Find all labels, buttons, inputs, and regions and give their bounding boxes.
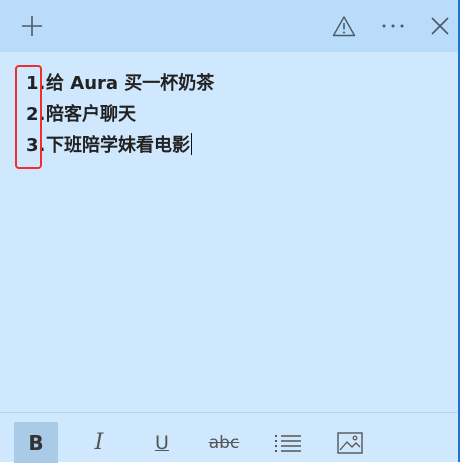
italic-label: I <box>94 430 104 455</box>
title-bar[interactable] <box>0 0 458 52</box>
bold-label: B <box>28 430 44 455</box>
formatting-toolbar: B I U abc <box>0 412 458 463</box>
list-item[interactable]: 3.下班陪学妹看电影 <box>26 130 214 161</box>
sticky-note-window: 1.给 Aura 买一杯奶茶 2.陪客户聊天 3.下班陪学妹看电影 B I U … <box>0 0 460 463</box>
close-button[interactable] <box>420 8 460 44</box>
bullet-list-icon <box>275 434 301 452</box>
insert-image-button[interactable] <box>328 422 372 463</box>
warning-button[interactable] <box>324 8 364 44</box>
list-item[interactable]: 2.陪客户聊天 <box>26 99 214 130</box>
bullet-list-button[interactable] <box>266 422 310 463</box>
note-editor[interactable]: 1.给 Aura 买一杯奶茶 2.陪客户聊天 3.下班陪学妹看电影 <box>0 52 458 412</box>
close-icon <box>431 17 449 35</box>
underline-label: U <box>155 431 169 454</box>
strikethrough-label: abc <box>208 432 240 453</box>
underline-button[interactable]: U <box>140 422 184 463</box>
bold-button[interactable]: B <box>14 422 58 463</box>
list-item-text: 给 Aura 买一杯奶茶 <box>46 73 215 94</box>
list-item-text: 下班陪学妹看电影 <box>46 135 190 156</box>
text-cursor <box>191 133 192 155</box>
list-number-highlight <box>15 65 42 169</box>
image-icon <box>337 431 363 454</box>
warning-icon <box>332 16 356 37</box>
more-options-button[interactable] <box>373 8 413 44</box>
strikethrough-button[interactable]: abc <box>202 422 246 463</box>
list-item-text: 陪客户聊天 <box>46 104 136 125</box>
italic-button[interactable]: I <box>77 422 121 463</box>
plus-icon <box>22 16 42 36</box>
list-item[interactable]: 1.给 Aura 买一杯奶茶 <box>26 68 214 99</box>
new-note-button[interactable] <box>12 8 52 44</box>
numbered-list: 1.给 Aura 买一杯奶茶 2.陪客户聊天 3.下班陪学妹看电影 <box>26 68 214 161</box>
more-icon <box>382 24 404 28</box>
